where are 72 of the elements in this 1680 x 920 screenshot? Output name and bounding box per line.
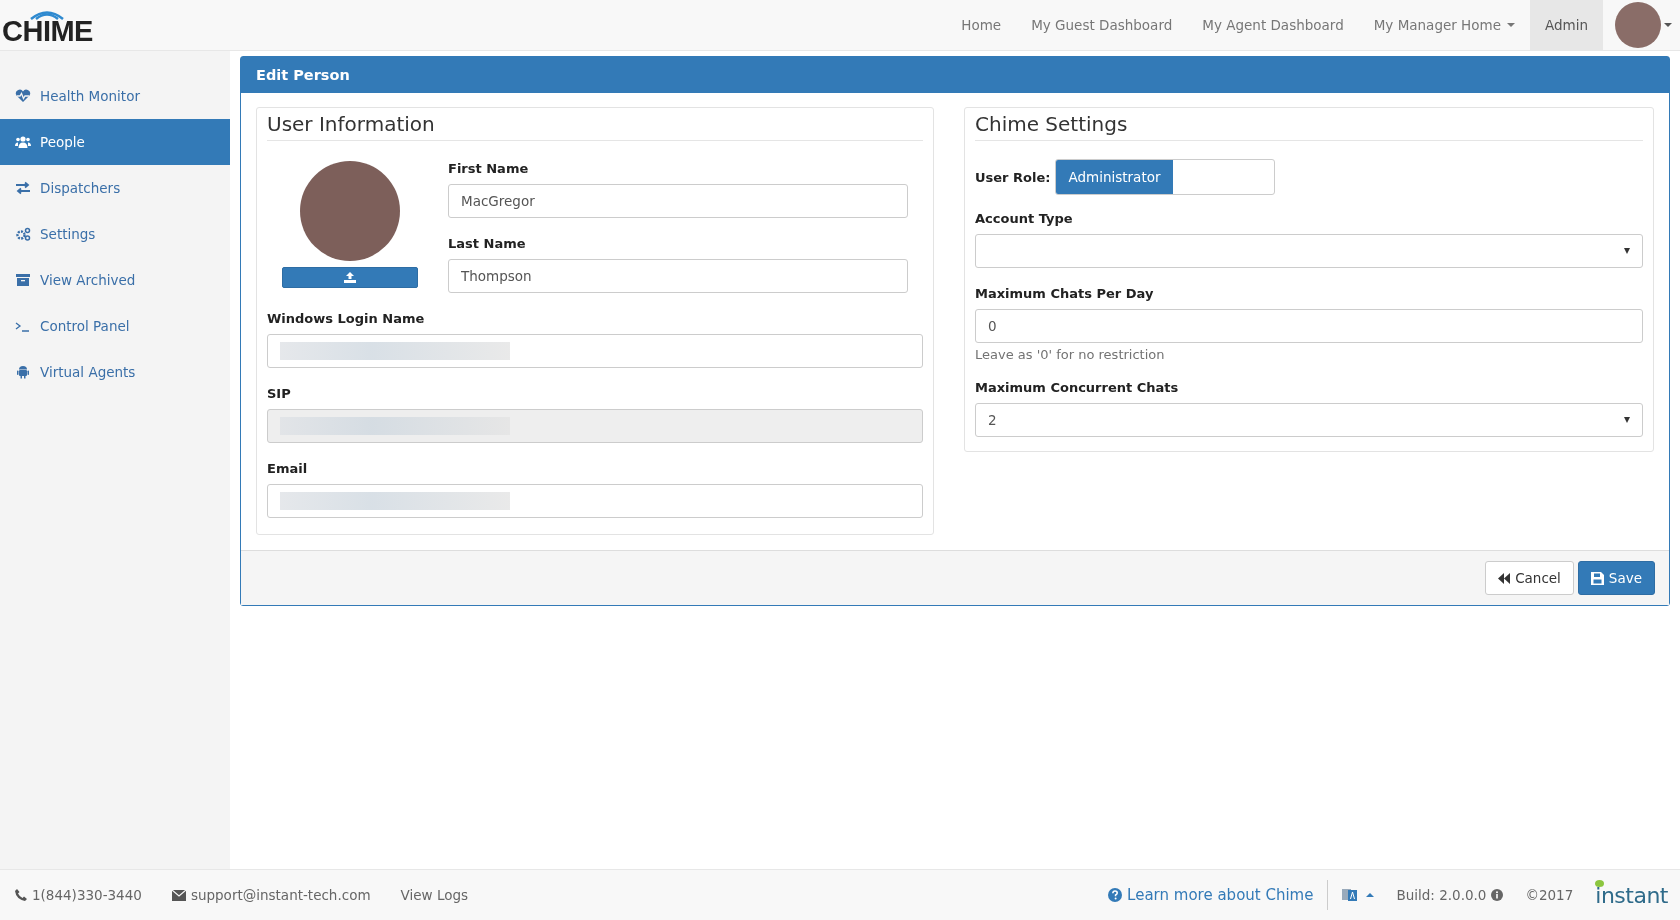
- gears-icon: [15, 227, 31, 241]
- field-label: Account Type: [975, 211, 1074, 226]
- nav-link[interactable]: Home: [946, 0, 1017, 50]
- sidebar-item[interactable]: Virtual Agents: [0, 349, 230, 395]
- select-field[interactable]: 2: [975, 403, 1643, 437]
- copyright: ©2017: [1525, 887, 1574, 903]
- save-button[interactable]: Save: [1577, 561, 1655, 595]
- arrows-icon: [15, 181, 31, 195]
- sidebar-label: View Archived: [40, 272, 136, 288]
- dropdown-arrow-icon: [1624, 417, 1630, 423]
- field-label: Email: [267, 461, 309, 476]
- sidebar-item[interactable]: Dispatchers: [0, 165, 230, 211]
- sidebar-item[interactable]: Health Monitor: [0, 73, 230, 119]
- field-label: Maximum Chats Per Day: [975, 286, 1155, 301]
- support-email[interactable]: support@instant-tech.com: [171, 887, 371, 903]
- field-label: Windows Login Name: [267, 311, 426, 326]
- caret-icon: [1664, 23, 1672, 27]
- input-field[interactable]: MacGregor: [448, 184, 908, 218]
- select-field[interactable]: [975, 234, 1643, 268]
- sidebar-item[interactable]: Control Panel: [0, 303, 230, 349]
- input-field[interactable]: 0: [975, 309, 1643, 343]
- sidebar-item[interactable]: View Archived: [0, 257, 230, 303]
- phone-icon: [15, 889, 27, 901]
- build-version: Build: 2.0.0.0: [1396, 887, 1504, 903]
- field-label: SIP: [267, 386, 292, 401]
- upload-button[interactable]: [282, 267, 418, 288]
- nav-link[interactable]: My Guest Dashboard: [1016, 0, 1188, 50]
- backward-icon: [1498, 572, 1511, 584]
- input-field[interactable]: [267, 484, 923, 518]
- role-toggle[interactable]: Administrator: [1055, 159, 1276, 195]
- section-legend: User Information: [267, 108, 923, 141]
- translate-icon: [1342, 888, 1359, 902]
- envelope-icon: [171, 889, 186, 901]
- caret-icon: [1366, 893, 1375, 897]
- users-icon: [15, 135, 31, 149]
- robot-icon: [15, 365, 31, 379]
- panel-title: Edit Person: [241, 57, 1669, 93]
- help-text: Leave as '0' for no restriction: [975, 347, 1166, 362]
- nav-link[interactable]: My Manager Home: [1358, 0, 1530, 50]
- sidebar-label: Virtual Agents: [40, 364, 136, 380]
- heart-icon: [15, 89, 31, 103]
- input-field[interactable]: Thompson: [448, 259, 908, 293]
- avatar-placeholder: [1615, 2, 1661, 48]
- upload-icon: [344, 272, 356, 283]
- field-label: First Name: [448, 161, 530, 176]
- dropdown-arrow-icon: [1624, 248, 1630, 254]
- field-label: User Role:: [975, 169, 1051, 185]
- role-option[interactable]: Administrator: [1056, 160, 1173, 194]
- nav-link[interactable]: My Agent Dashboard: [1187, 0, 1359, 50]
- input-field[interactable]: [267, 334, 923, 368]
- sidebar-item[interactable]: People: [0, 119, 230, 165]
- language-menu[interactable]: [1342, 888, 1375, 902]
- sidebar-label: Control Panel: [40, 318, 130, 334]
- field-label: Maximum Concurrent Chats: [975, 380, 1180, 395]
- sidebar-label: Dispatchers: [40, 180, 121, 196]
- archive-icon: [15, 273, 31, 287]
- view-logs-link[interactable]: View Logs: [400, 887, 469, 903]
- sidebar-label: Settings: [40, 226, 96, 242]
- field-label: Last Name: [448, 236, 527, 251]
- chime-logo[interactable]: CHIME: [0, 0, 93, 50]
- nav-link[interactable]: Admin: [1529, 0, 1603, 50]
- sidebar-label: People: [40, 134, 85, 150]
- instant-logo: instant: [1595, 882, 1668, 908]
- phone-number: 1(844)330-3440: [15, 887, 142, 903]
- sidebar-label: Health Monitor: [40, 88, 140, 104]
- sidebar-item[interactable]: Settings: [0, 211, 230, 257]
- info-icon: [1491, 889, 1504, 901]
- learn-more-link[interactable]: Learn more about Chime: [1108, 886, 1314, 904]
- help-icon: [1108, 888, 1123, 902]
- cancel-button[interactable]: Cancel: [1485, 561, 1574, 595]
- section-legend: Chime Settings: [975, 108, 1643, 141]
- save-icon: [1590, 571, 1604, 585]
